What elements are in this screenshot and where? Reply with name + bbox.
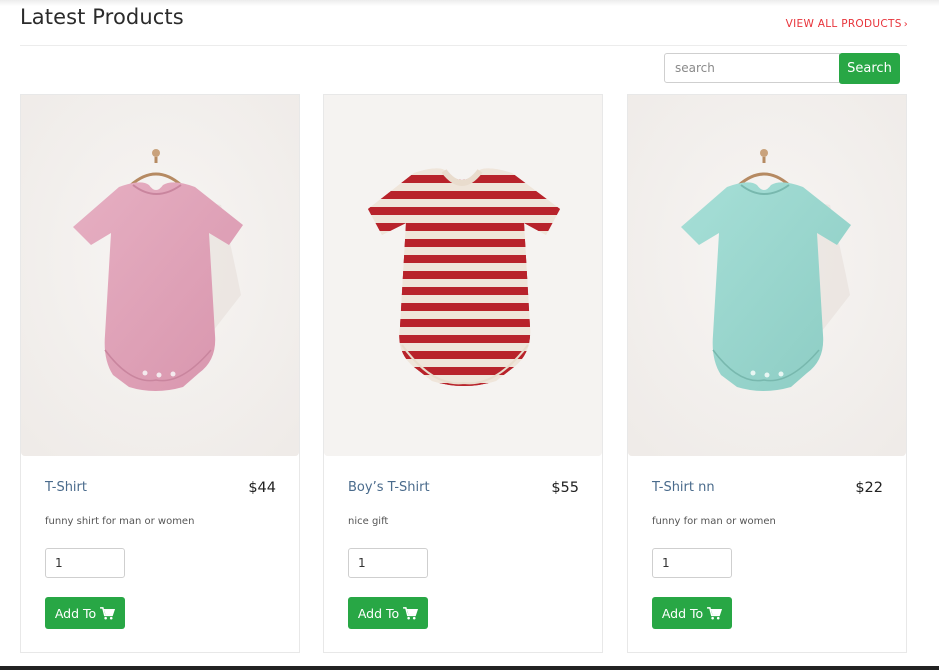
shopping-cart-icon — [707, 606, 723, 619]
search-input[interactable] — [664, 53, 840, 83]
add-to-cart-label: Add To — [357, 605, 400, 621]
product-card: Boy’s T-Shirt $55 nice gift Add To — [323, 94, 603, 653]
product-description: nice gift — [348, 516, 389, 527]
product-price: $22 — [855, 480, 883, 496]
product-name[interactable]: T-Shirt — [45, 480, 87, 495]
quantity-input[interactable] — [652, 548, 732, 578]
quantity-input[interactable] — [45, 548, 125, 578]
product-image-pink-bodysuit[interactable] — [21, 95, 299, 456]
product-description: funny shirt for man or women — [45, 516, 195, 527]
quantity-input[interactable] — [348, 548, 428, 578]
product-price: $44 — [248, 480, 276, 496]
view-all-label: VIEW ALL PRODUCTS — [785, 18, 902, 30]
add-to-cart-label: Add To — [54, 605, 97, 621]
add-to-cart-label: Add To — [661, 605, 704, 621]
chevron-right-icon: › — [903, 19, 908, 30]
product-price: $55 — [551, 480, 579, 496]
product-description: funny for man or women — [652, 516, 776, 527]
product-image-mint-bodysuit[interactable] — [628, 95, 906, 456]
view-all-products-link[interactable]: VIEW ALL PRODUCTS › — [786, 18, 908, 30]
add-to-cart-button[interactable]: Add To — [652, 597, 732, 629]
add-to-cart-button[interactable]: Add To — [45, 597, 125, 629]
product-card: T-Shirt nn $22 funny for man or women Ad… — [627, 94, 907, 653]
search-button[interactable]: Search — [839, 53, 900, 84]
add-to-cart-button[interactable]: Add To — [348, 597, 428, 629]
section-title: Latest Products — [20, 5, 184, 29]
product-name[interactable]: Boy’s T-Shirt — [348, 480, 430, 495]
bottom-border — [0, 666, 939, 670]
shopping-cart-icon — [403, 606, 419, 619]
product-card: T-Shirt $44 funny shirt for man or women… — [20, 94, 300, 653]
product-image-striped-bodysuit[interactable] — [324, 95, 602, 456]
header-divider — [20, 45, 907, 46]
shopping-cart-icon — [100, 606, 116, 619]
product-name[interactable]: T-Shirt nn — [652, 480, 715, 495]
